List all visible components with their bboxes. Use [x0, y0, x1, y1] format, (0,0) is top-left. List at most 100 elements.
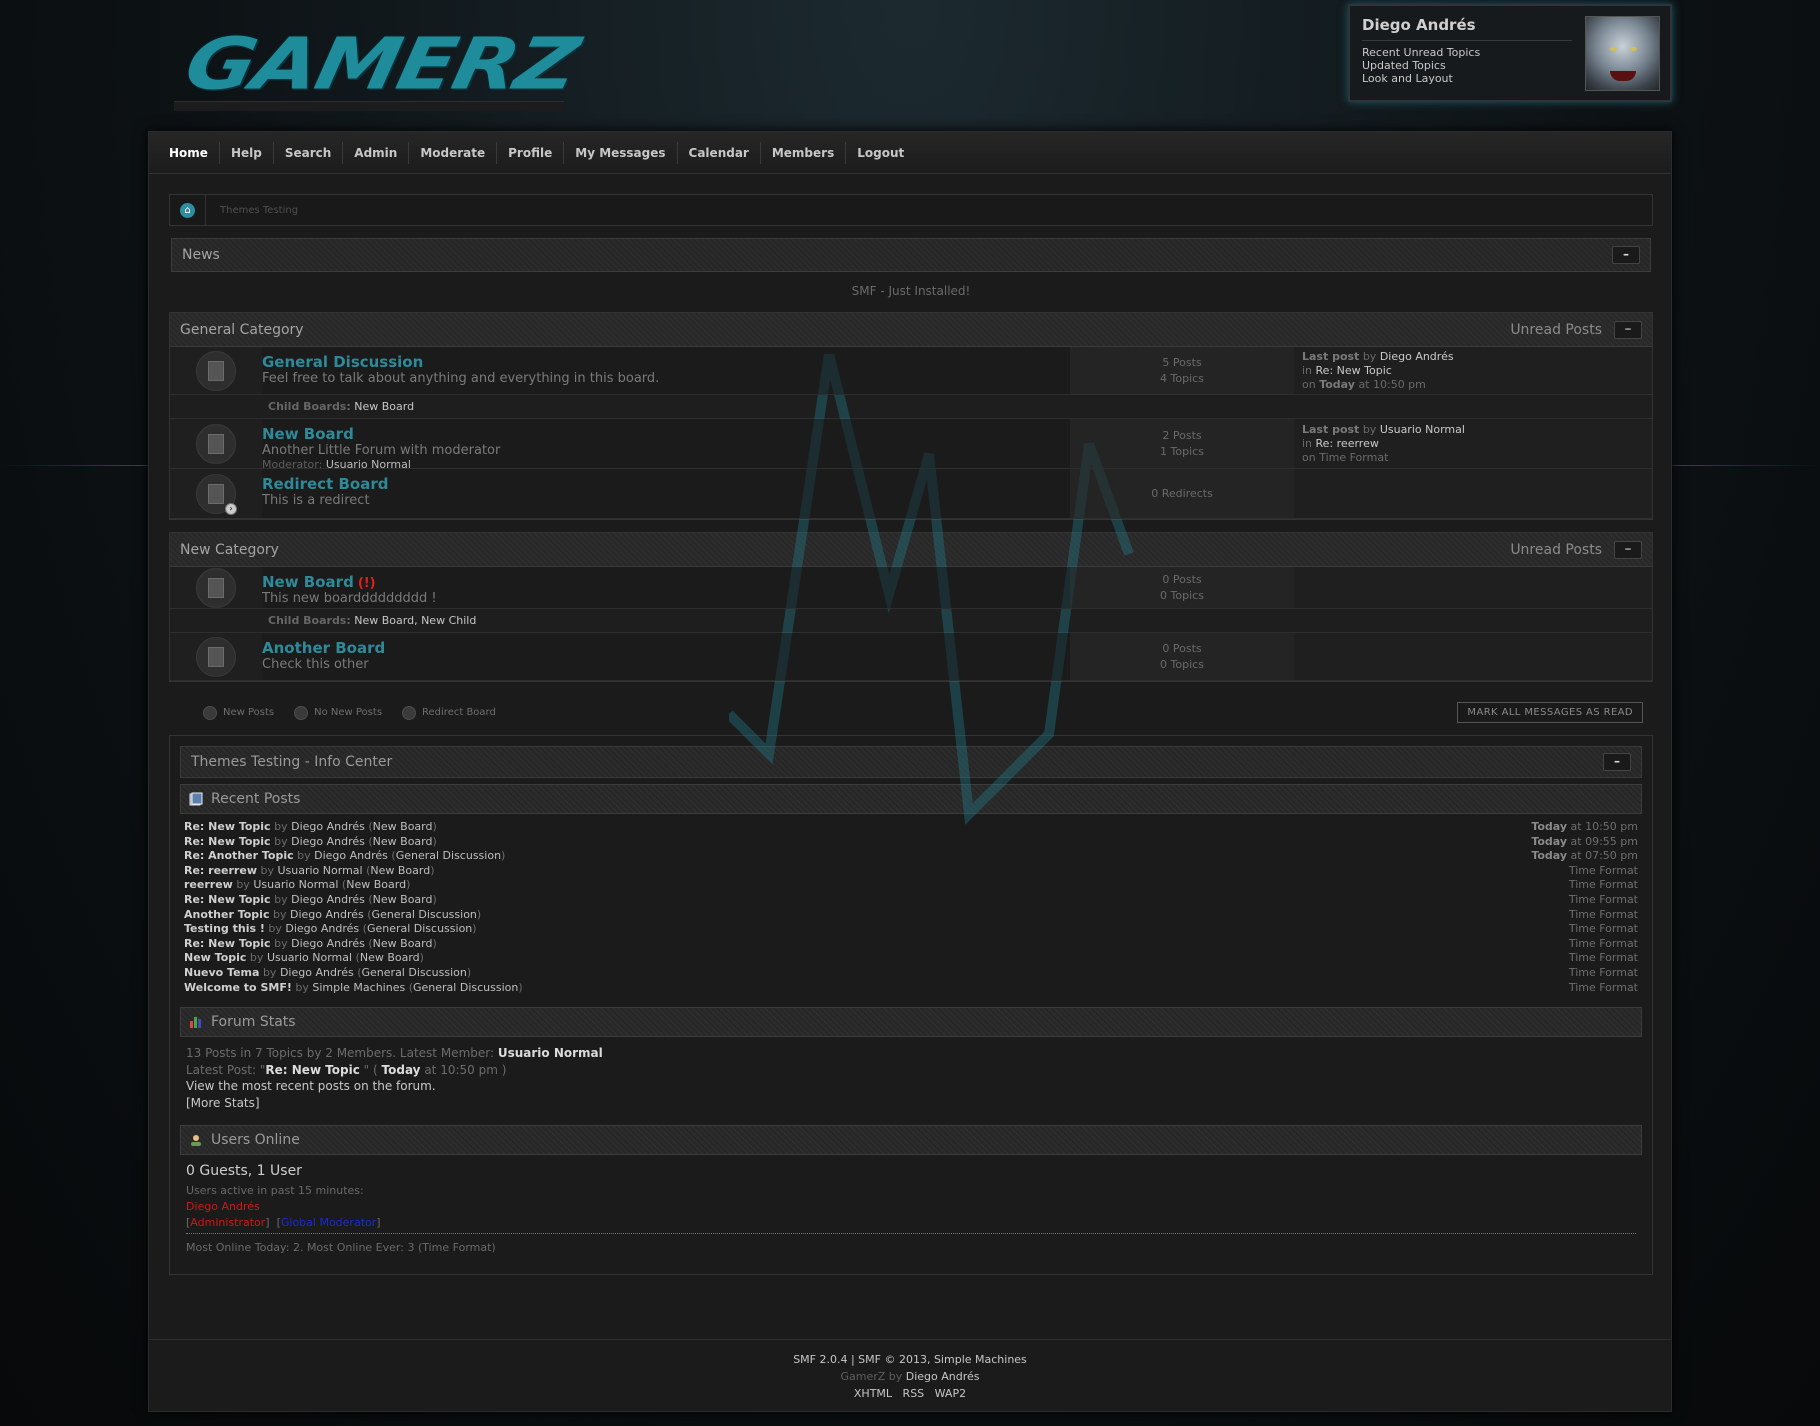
recent-post-author[interactable]: Diego Andrés — [291, 937, 365, 950]
recent-post-topic[interactable]: Welcome to SMF! — [184, 981, 292, 994]
divider — [186, 1233, 1636, 1235]
recent-post-author[interactable]: Usuario Normal — [277, 864, 362, 877]
forum-stats-title[interactable]: Forum Stats — [211, 1014, 296, 1030]
footer-xhtml-link[interactable]: XHTML — [854, 1387, 892, 1400]
unread-posts-link[interactable]: Unread Posts — [1510, 542, 1602, 558]
recent-post-topic[interactable]: Testing this ! — [184, 922, 265, 935]
recent-post-board[interactable]: New Board — [373, 893, 433, 906]
recent-post-topic[interactable]: Re: New Topic — [184, 937, 271, 950]
recent-post-author[interactable]: Usuario Normal — [267, 951, 352, 964]
recent-post-board[interactable]: New Board — [373, 835, 433, 848]
recent-post-topic[interactable]: Re: New Topic — [184, 820, 271, 833]
recent-post-board[interactable]: New Board — [373, 937, 433, 950]
recent-post-board[interactable]: General Discussion — [396, 849, 501, 862]
last-post-by: by — [1362, 349, 1377, 363]
group-global-moderator-link[interactable]: Global Moderator — [281, 1216, 376, 1229]
menu-calendar[interactable]: Calendar — [678, 141, 761, 164]
menu-logout[interactable]: Logout — [846, 142, 915, 164]
last-post-topic[interactable]: Re: New Topic — [1316, 364, 1392, 377]
child-board-link[interactable]: New Board, New Child — [354, 614, 476, 627]
mark-all-read-button[interactable]: MARK ALL MESSAGES AS READ — [1457, 702, 1643, 723]
recent-post-row: Re: New Topic by Diego Andrés (New Board… — [184, 937, 1638, 952]
menu-profile[interactable]: Profile — [497, 141, 565, 164]
info-center-collapse-button[interactable]: – — [1603, 753, 1631, 771]
recent-post-row: Re: reerrew by Usuario Normal (New Board… — [184, 864, 1638, 879]
recent-post-author[interactable]: Diego Andrés — [291, 893, 365, 906]
group-administrator-link[interactable]: Administrator — [190, 1216, 265, 1229]
menu-members[interactable]: Members — [761, 141, 847, 164]
recent-post-topic[interactable]: reerrew — [184, 878, 233, 891]
footer-copyright[interactable]: SMF 2.0.4 | SMF © 2013, Simple Machines — [149, 1351, 1671, 1368]
recent-post-board[interactable]: General Discussion — [413, 981, 518, 994]
recent-posts-title[interactable]: Recent Posts — [211, 791, 300, 807]
recent-post-topic[interactable]: Re: reerrew — [184, 864, 257, 877]
recent-post-topic[interactable]: Another Topic — [184, 908, 269, 921]
recent-post-time: Time Format — [1569, 966, 1638, 981]
news-collapse-button[interactable]: – — [1612, 246, 1640, 264]
recent-post-board[interactable]: General Discussion — [372, 908, 477, 921]
new-posts-badge: (!) — [357, 576, 376, 591]
board-name[interactable]: Another Board — [262, 639, 1070, 657]
recent-post-board[interactable]: New Board — [373, 820, 433, 833]
recent-post-topic[interactable]: New Topic — [184, 951, 246, 964]
footer-rss-link[interactable]: RSS — [903, 1387, 925, 1400]
menu-home[interactable]: Home — [158, 141, 220, 164]
site-logo[interactable]: GAMERZ — [174, 16, 585, 111]
avatar[interactable] — [1585, 16, 1660, 91]
menu-search[interactable]: Search — [274, 141, 344, 164]
unread-posts-link[interactable]: Unread Posts — [1510, 322, 1602, 338]
recent-post-board[interactable]: General Discussion — [367, 922, 472, 935]
latest-post-link[interactable]: Re: New Topic — [265, 1063, 359, 1077]
category-collapse-button[interactable]: – — [1614, 540, 1642, 559]
breadcrumb-item[interactable]: Themes Testing — [220, 205, 298, 216]
board-name[interactable]: General Discussion — [262, 353, 1070, 371]
recent-post-time: Time Format — [1569, 981, 1638, 996]
recent-post-author[interactable]: Usuario Normal — [253, 878, 338, 891]
board-status-icon — [196, 567, 236, 608]
recent-post-time: Today at 09:55 pm — [1531, 835, 1638, 850]
menu-my-messages[interactable]: My Messages — [564, 141, 678, 164]
last-post-on: on — [1302, 377, 1316, 391]
footer-wap2-link[interactable]: WAP2 — [935, 1387, 966, 1400]
recent-post-author[interactable]: Diego Andrés — [280, 966, 354, 979]
recent-post-board[interactable]: New Board — [360, 951, 420, 964]
recent-post-author[interactable]: Diego Andrés — [290, 908, 364, 921]
board-name[interactable]: New Board (!) — [262, 573, 1070, 591]
menu-help[interactable]: Help — [220, 141, 274, 164]
recent-post-author[interactable]: Diego Andrés — [291, 835, 365, 848]
board-name[interactable]: New Board — [262, 425, 1070, 443]
recent-post-author[interactable]: Diego Andrés — [285, 922, 359, 935]
recent-post-author[interactable]: Diego Andrés — [291, 820, 365, 833]
child-board-link[interactable]: New Board — [354, 400, 414, 413]
recent-post-time-text: Time Format — [1568, 878, 1638, 892]
online-user-link[interactable]: Diego Andrés — [186, 1199, 1636, 1215]
users-online-title[interactable]: Users Online — [211, 1132, 300, 1148]
recent-post-author[interactable]: Diego Andrés — [314, 849, 388, 862]
recent-post-topic[interactable]: Re: Another Topic — [184, 849, 294, 862]
recent-post-board[interactable]: New Board — [346, 878, 406, 891]
menu-moderate[interactable]: Moderate — [409, 141, 498, 164]
recent-posts-link[interactable]: View the most recent posts on the forum. — [186, 1078, 1636, 1095]
recent-post-board[interactable]: New Board — [370, 864, 430, 877]
last-post-in: in — [1302, 436, 1313, 450]
menu-admin[interactable]: Admin — [343, 141, 410, 164]
category-collapse-button[interactable]: – — [1614, 320, 1642, 339]
last-post-author[interactable]: Diego Andrés — [1380, 350, 1454, 363]
recent-post-row: reerrew by Usuario Normal (New Board) Tim… — [184, 878, 1638, 893]
theme-author-link[interactable]: Diego Andrés — [906, 1370, 980, 1383]
recent-post-board[interactable]: General Discussion — [362, 966, 467, 979]
board-stats: 0 Posts 0 Topics — [1070, 633, 1294, 680]
recent-post-topic[interactable]: Nuevo Tema — [184, 966, 259, 979]
last-post-author[interactable]: Usuario Normal — [1380, 423, 1465, 436]
breadcrumb-home[interactable]: ⌂ — [170, 195, 206, 225]
last-post-topic[interactable]: Re: reerrew — [1316, 437, 1379, 450]
recent-post-author[interactable]: Simple Machines — [312, 981, 405, 994]
category-title[interactable]: General Category — [180, 322, 304, 338]
latest-member-link[interactable]: Usuario Normal — [498, 1046, 603, 1060]
more-stats-link[interactable]: [More Stats] — [186, 1095, 1636, 1112]
recent-post-topic[interactable]: Re: New Topic — [184, 835, 271, 848]
legend-redirect: Redirect Board — [402, 705, 496, 720]
category-title[interactable]: New Category — [180, 542, 279, 558]
recent-post-topic[interactable]: Re: New Topic — [184, 893, 271, 906]
board-name[interactable]: Redirect Board — [262, 475, 1070, 493]
